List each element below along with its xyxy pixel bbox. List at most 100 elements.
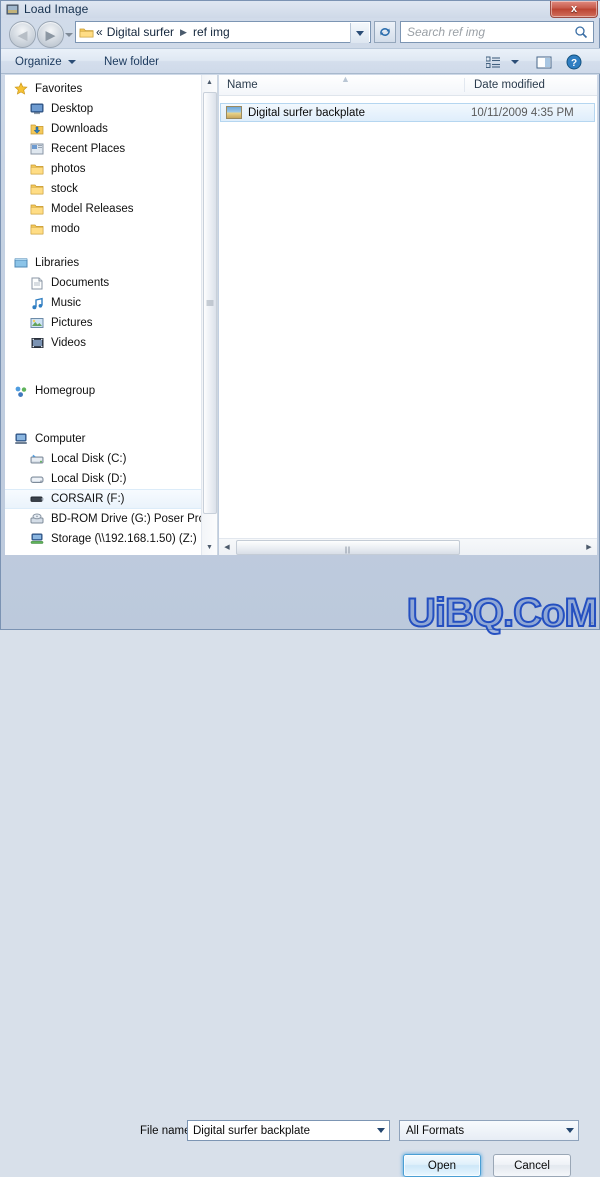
- sidebar-label: Computer: [35, 433, 86, 445]
- column-label: Date modified: [474, 79, 545, 91]
- preview-pane-button[interactable]: [533, 53, 555, 71]
- forward-button[interactable]: ▶: [37, 21, 64, 48]
- chevron-down-icon: [376, 1128, 385, 1133]
- file-type-dropdown-button[interactable]: [561, 1121, 578, 1140]
- sidebar-label: Local Disk (D:): [51, 473, 127, 485]
- sidebar-item-storage-z[interactable]: Storage (\\192.168.1.50) (Z:): [5, 529, 203, 549]
- sidebar-group-homegroup[interactable]: Homegroup: [5, 381, 203, 401]
- sidebar-item-stock[interactable]: stock: [5, 179, 203, 199]
- view-mode-dropdown[interactable]: [504, 53, 526, 71]
- organize-label: Organize: [15, 56, 62, 68]
- back-button[interactable]: ◀: [9, 21, 36, 48]
- sidebar-item-music[interactable]: Music: [5, 293, 203, 313]
- sidebar-label: Music: [51, 297, 82, 309]
- sidebar-group-computer[interactable]: Computer: [5, 429, 203, 449]
- sidebar-item-photos[interactable]: photos: [5, 159, 203, 179]
- sidebar-item-local-disk-d[interactable]: Local Disk (D:): [5, 469, 203, 489]
- libraries-icon: [13, 255, 29, 271]
- recent-locations-dropdown-icon[interactable]: [65, 33, 73, 37]
- dialog-body: Favorites Desktop Downloads Recent Place…: [5, 75, 597, 555]
- sidebar-item-modo[interactable]: modo: [5, 219, 203, 239]
- downloads-icon: [29, 121, 45, 137]
- scroll-down-button[interactable]: ▼: [202, 540, 217, 555]
- file-name-input[interactable]: Digital surfer backplate: [187, 1120, 390, 1141]
- chevron-down-icon: [565, 1128, 574, 1133]
- scroll-left-button[interactable]: ◀: [219, 539, 235, 554]
- open-button[interactable]: Open: [403, 1154, 481, 1177]
- help-icon: ?: [566, 54, 582, 70]
- document-icon: [29, 275, 45, 291]
- sidebar-label: Homegroup: [35, 385, 96, 397]
- computer-icon: [13, 431, 29, 447]
- new-folder-button[interactable]: New folder: [98, 53, 165, 71]
- view-list-icon: [485, 56, 500, 68]
- sort-indicator-icon: ▲: [341, 75, 350, 84]
- sidebar-item-local-disk-c[interactable]: Local Disk (C:): [5, 449, 203, 469]
- column-header-name[interactable]: Name: [227, 75, 258, 95]
- address-bar[interactable]: « Digital surfer ▶ ref img: [75, 21, 371, 43]
- cancel-button[interactable]: Cancel: [493, 1154, 571, 1177]
- search-icon[interactable]: [574, 25, 588, 39]
- sidebar-item-pictures[interactable]: Pictures: [5, 313, 203, 333]
- system-drive-icon: [29, 451, 45, 467]
- scroll-up-button[interactable]: ▲: [202, 75, 217, 90]
- sidebar-scrollbar[interactable]: ▲ ▼: [201, 75, 217, 555]
- forward-arrow-icon: ▶: [45, 27, 56, 42]
- back-arrow-icon: ◀: [17, 27, 28, 42]
- sidebar-group-favorites[interactable]: Favorites: [5, 79, 203, 99]
- drive-icon: [29, 471, 45, 487]
- sidebar-label: BD-ROM Drive (G:) Poser Pro: [51, 513, 205, 525]
- sidebar-item-corsair-f[interactable]: CORSAIR (F:): [5, 489, 203, 509]
- search-input[interactable]: Search ref img: [400, 21, 594, 43]
- column-headers: ▲ Name Date modified: [219, 75, 597, 96]
- help-button[interactable]: ?: [563, 53, 585, 71]
- window-title: Load Image: [24, 2, 89, 16]
- file-type-value: All Formats: [406, 1124, 465, 1137]
- sidebar-item-model-releases[interactable]: Model Releases: [5, 199, 203, 219]
- navigation-pane: Favorites Desktop Downloads Recent Place…: [5, 75, 218, 555]
- refresh-button[interactable]: [374, 21, 396, 43]
- sidebar-item-downloads[interactable]: Downloads: [5, 119, 203, 139]
- network-drive-icon: [29, 531, 45, 547]
- sidebar-item-bd-rom-g[interactable]: BD-ROM Drive (G:) Poser Pro: [5, 509, 205, 529]
- horizontal-scrollbar-thumb[interactable]: [236, 540, 460, 555]
- column-divider[interactable]: [464, 78, 465, 92]
- sidebar-item-desktop[interactable]: Desktop: [5, 99, 203, 119]
- address-dropdown-button[interactable]: [350, 23, 369, 43]
- sidebar-label: Storage (\\192.168.1.50) (Z:): [51, 533, 197, 545]
- table-row[interactable]: Digital surfer backplate 10/11/2009 4:35…: [220, 103, 595, 122]
- scroll-right-button[interactable]: ▶: [581, 539, 597, 554]
- breadcrumb-segment-2[interactable]: ref img: [191, 25, 232, 39]
- videos-icon: [29, 335, 45, 351]
- sidebar-label: Pictures: [51, 317, 93, 329]
- sidebar-item-videos[interactable]: Videos: [5, 333, 203, 353]
- sidebar-group-libraries[interactable]: Libraries: [5, 253, 203, 273]
- search-placeholder: Search ref img: [407, 25, 486, 39]
- breadcrumb-separator-icon[interactable]: ▶: [176, 27, 191, 38]
- sidebar-scrollbar-thumb[interactable]: [203, 92, 217, 514]
- file-type-select[interactable]: All Formats: [399, 1120, 579, 1141]
- organize-button[interactable]: Organize: [9, 53, 82, 71]
- optical-drive-icon: [29, 511, 45, 527]
- sidebar-label: Model Releases: [51, 203, 134, 215]
- file-name-value: Digital surfer backplate: [193, 1124, 310, 1137]
- address-overflow[interactable]: «: [94, 25, 105, 39]
- close-button[interactable]: x: [550, 1, 598, 18]
- usb-drive-icon: [29, 491, 45, 507]
- homegroup-icon: [13, 383, 29, 399]
- breadcrumb-segment-1[interactable]: Digital surfer: [105, 25, 176, 39]
- file-list-horizontal-scrollbar[interactable]: ◀ ▶: [219, 538, 597, 555]
- resize-grip[interactable]: [586, 617, 598, 629]
- sidebar-item-recent-places[interactable]: Recent Places: [5, 139, 203, 159]
- view-mode-button[interactable]: [482, 53, 504, 71]
- column-header-date-modified[interactable]: Date modified: [474, 75, 545, 95]
- sidebar-label: modo: [51, 223, 80, 235]
- desktop-icon: [29, 101, 45, 117]
- sidebar-label: photos: [51, 163, 86, 175]
- sidebar-label: Recent Places: [51, 143, 126, 155]
- sidebar-item-documents[interactable]: Documents: [5, 273, 203, 293]
- file-name-dropdown-button[interactable]: [372, 1121, 389, 1140]
